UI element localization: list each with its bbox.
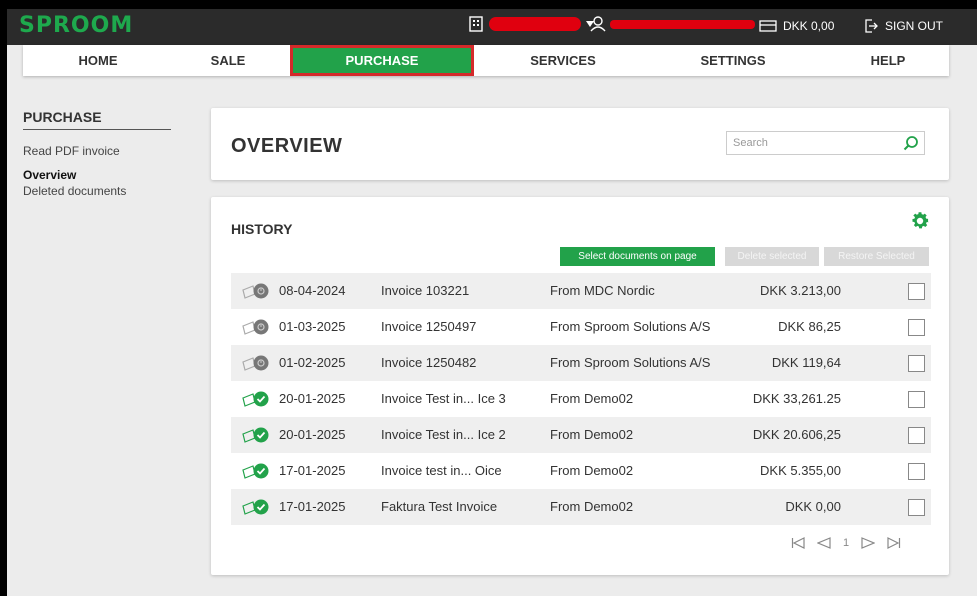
history-title: HISTORY — [231, 221, 293, 237]
row-checkbox[interactable] — [908, 391, 925, 408]
nav-home[interactable]: HOME — [43, 45, 153, 76]
document-date: 20-01-2025 — [279, 427, 346, 442]
sign-out-icon — [865, 19, 878, 33]
nav-purchase[interactable]: PURCHASE — [290, 45, 474, 76]
pending-status-icon — [242, 283, 269, 299]
document-name: Invoice 1250497 — [381, 319, 477, 334]
nav-services[interactable]: SERVICES — [508, 45, 618, 76]
document-name: Faktura Test Invoice — [381, 499, 498, 514]
document-name: Invoice 1250482 — [381, 355, 477, 370]
first-page-icon[interactable] — [791, 537, 805, 549]
main-nav: HOME SALE PURCHASE SERVICES SETTINGS HEL… — [23, 45, 949, 76]
current-page[interactable]: 1 — [843, 537, 849, 549]
sent-status-icon — [242, 391, 269, 407]
row-checkbox[interactable] — [908, 499, 925, 516]
document-name: Invoice Test in... Ice 3 — [381, 391, 506, 406]
document-sender: From Demo02 — [550, 499, 634, 514]
pagination: 1 — [791, 537, 901, 549]
previous-page-icon[interactable] — [817, 537, 831, 549]
app-frame: SPROOM DKK 0,00 SIGN OUT HOME SALE PURCH… — [7, 9, 977, 596]
user-menu[interactable] — [590, 16, 755, 32]
table-row[interactable]: 01-03-2025 Invoice 1250497 From Sproom Sol… — [231, 309, 931, 345]
search-input[interactable]: Search — [726, 131, 925, 155]
top-bar: SPROOM DKK 0,00 SIGN OUT — [7, 9, 977, 45]
overview-card: OVERVIEW Search — [211, 108, 949, 180]
document-sender: From Sproom Solutions A/S — [550, 355, 711, 370]
table-row[interactable]: 20-01-2025 Invoice Test in... Ice 3 From D… — [231, 381, 931, 417]
history-table: 08-04-2024 Invoice 103221 From MDC Nordic D… — [231, 273, 931, 525]
nav-help[interactable]: HELP — [838, 45, 938, 76]
document-date: 17-01-2025 — [279, 499, 346, 514]
document-amount: DKK 3.213,00 — [760, 283, 841, 298]
document-amount: DKK 86,25 — [778, 319, 841, 334]
sent-status-icon — [242, 499, 269, 515]
pending-status-icon — [242, 319, 269, 335]
restore-selected-button[interactable]: Restore Selected — [824, 247, 929, 266]
next-page-icon[interactable] — [861, 537, 876, 549]
document-date: 17-01-2025 — [279, 463, 346, 478]
sidebar-item-deleted-documents[interactable]: Deleted documents — [23, 184, 183, 198]
organization-selector[interactable] — [469, 16, 595, 32]
document-sender: From Demo02 — [550, 463, 634, 478]
balance-text: DKK 0,00 — [783, 19, 835, 33]
building-icon — [469, 16, 483, 32]
document-name: Invoice test in... Oice — [381, 463, 502, 478]
page-title: OVERVIEW — [231, 135, 343, 157]
document-date: 08-04-2024 — [279, 283, 346, 298]
document-sender: From MDC Nordic — [550, 283, 655, 298]
document-date: 20-01-2025 — [279, 391, 346, 406]
document-sender: From Demo02 — [550, 427, 634, 442]
sidebar-title: PURCHASE — [23, 109, 171, 130]
document-name: Invoice 103221 — [381, 283, 470, 298]
row-checkbox[interactable] — [908, 283, 925, 300]
document-date: 01-02-2025 — [279, 355, 346, 370]
document-amount: DKK 119,64 — [771, 355, 841, 370]
row-checkbox[interactable] — [908, 427, 925, 444]
search-icon[interactable] — [903, 135, 919, 151]
document-sender: From Demo02 — [550, 391, 634, 406]
table-row[interactable]: 20-01-2025 Invoice Test in... Ice 2 From D… — [231, 417, 931, 453]
nav-sale[interactable]: SALE — [183, 45, 273, 76]
redacted-user-name — [610, 19, 755, 29]
search-placeholder: Search — [733, 137, 768, 149]
document-date: 01-03-2025 — [279, 319, 346, 334]
select-documents-button[interactable]: Select documents on page — [560, 247, 715, 266]
document-amount: DKK 33,261.25 — [752, 391, 841, 406]
wallet-icon — [759, 20, 777, 32]
sent-status-icon — [242, 427, 269, 443]
sign-out-button[interactable]: SIGN OUT — [864, 19, 943, 33]
table-row[interactable]: 17-01-2025 Faktura Test Invoice From Demo0… — [231, 489, 931, 525]
table-row[interactable]: 17-01-2025 Invoice test in... Oice From De… — [231, 453, 931, 489]
sidebar: PURCHASE Read PDF invoice Overview Delet… — [23, 109, 183, 198]
history-card: HISTORY Select documents on page Delete … — [211, 197, 949, 575]
last-page-icon[interactable] — [887, 537, 901, 549]
gear-icon[interactable] — [909, 210, 931, 232]
sidebar-item-overview[interactable]: Overview — [23, 168, 183, 182]
document-amount: DKK 0,00 — [785, 499, 841, 514]
document-amount: DKK 20.606,25 — [752, 427, 841, 442]
delete-selected-button[interactable]: Delete selected — [725, 247, 819, 266]
document-amount: DKK 5.355,00 — [760, 463, 841, 478]
row-checkbox[interactable] — [908, 463, 925, 480]
user-icon — [590, 16, 606, 32]
sign-out-label: SIGN OUT — [885, 19, 944, 33]
sent-status-icon — [242, 463, 269, 479]
nav-settings[interactable]: SETTINGS — [673, 45, 793, 76]
row-checkbox[interactable] — [908, 355, 925, 372]
table-row[interactable]: 08-04-2024 Invoice 103221 From MDC Nordic D… — [231, 273, 931, 309]
table-row[interactable]: 01-02-2025 Invoice 1250482 From Sproom Sol… — [231, 345, 931, 381]
sproom-logo[interactable]: SPROOM — [19, 13, 133, 38]
document-name: Invoice Test in... Ice 2 — [381, 427, 506, 442]
balance-display[interactable]: DKK 0,00 — [759, 19, 834, 33]
redacted-organization-name — [489, 17, 581, 31]
row-checkbox[interactable] — [908, 319, 925, 336]
sidebar-item-read-pdf-invoice[interactable]: Read PDF invoice — [23, 144, 183, 158]
document-sender: From Sproom Solutions A/S — [550, 319, 711, 334]
pending-status-icon — [242, 355, 269, 371]
